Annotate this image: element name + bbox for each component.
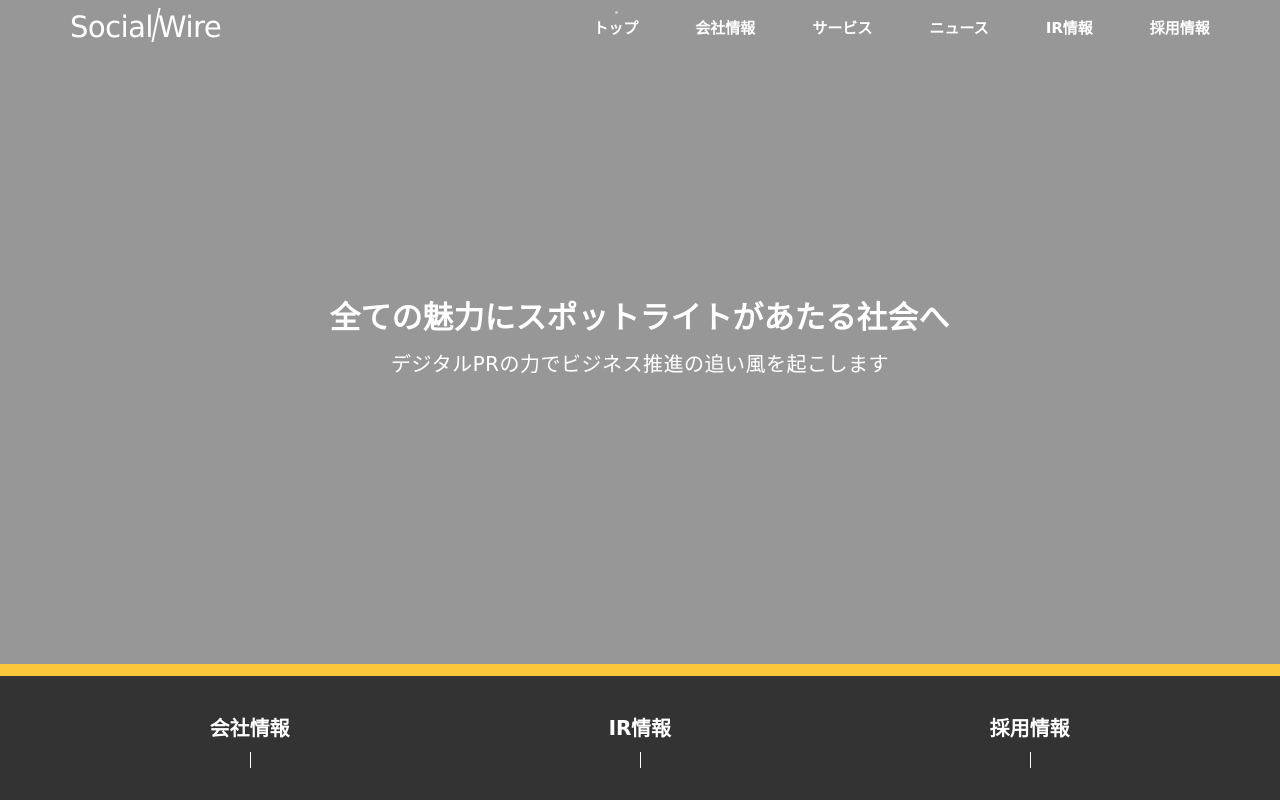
footer-link-divider-line [1029,752,1031,768]
nav-item-top[interactable]: トップ [594,11,639,38]
footer-link-divider-line [249,752,251,768]
nav-item-ir[interactable]: IR情報 [1046,18,1093,38]
logo-text-wire: Wire [157,10,222,44]
page: Social Wire トップ 会社情報 サービス ニュース IR情報 採用情報… [0,0,1280,800]
logo-link[interactable]: Social Wire [70,8,222,45]
hero-title: 全ての魅力にスポットライトがあたる社会へ [330,300,950,336]
hero-section: 全ての魅力にスポットライトがあたる社会へ デジタルPRの力でビジネス推進の追い風… [0,60,1280,664]
footer-link-ir[interactable]: IR情報 [510,714,770,768]
footer-link-company[interactable]: 会社情報 [120,714,380,768]
footer-link-label: 会社情報 [210,716,290,740]
main-nav: トップ 会社情報 サービス ニュース IR情報 採用情報 [537,11,1210,38]
accent-divider [0,664,1280,676]
footer-link-divider-line [639,752,641,768]
logo-text-social: Social [70,10,153,44]
nav-item-company[interactable]: 会社情報 [696,18,756,38]
nav-item-services[interactable]: サービス [813,18,873,38]
hero-subtitle: デジタルPRの力でビジネス推進の追い風を起こします [390,352,890,376]
nav-item-news[interactable]: ニュース [930,18,989,38]
site-header: Social Wire トップ 会社情報 サービス ニュース IR情報 採用情報 [0,0,1280,60]
nav-item-recruit[interactable]: 採用情報 [1150,18,1210,38]
footer-link-label: 採用情報 [990,716,1070,740]
footer-link-label: IR情報 [608,716,672,740]
footer-link-recruit[interactable]: 採用情報 [900,714,1160,768]
footer-link-section: 会社情報 IR情報 採用情報 [0,676,1280,800]
